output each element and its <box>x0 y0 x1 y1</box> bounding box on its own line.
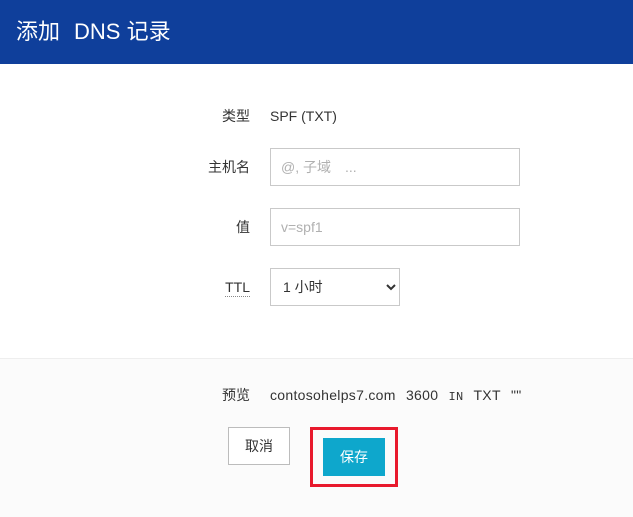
row-type: 类型 SPF (TXT) <box>40 106 593 126</box>
row-ttl: TTL 1 小时 <box>40 268 593 306</box>
preview-class: IN <box>449 390 464 404</box>
label-preview: 预览 <box>40 385 270 405</box>
row-value: 值 <box>40 208 593 246</box>
title-prefix: 添加 <box>16 19 60 44</box>
preview-value: contosohelps7.com 3600 IN TXT "" <box>270 387 528 404</box>
preview-data: "" <box>511 387 522 403</box>
dns-form: 类型 SPF (TXT) 主机名 值 TTL 1 小时 <box>0 64 633 358</box>
label-value: 值 <box>40 217 270 237</box>
page-title: 添加 DNS 记录 <box>16 14 617 46</box>
type-value: SPF (TXT) <box>270 108 520 124</box>
host-input[interactable] <box>270 148 520 186</box>
button-row: 取消 保存 <box>40 427 593 487</box>
save-button[interactable]: 保存 <box>323 438 385 476</box>
title-rest: DNS 记录 <box>74 19 171 44</box>
ttl-select[interactable]: 1 小时 <box>270 268 400 306</box>
preview-rrtype: TXT <box>473 387 500 403</box>
page-header: 添加 DNS 记录 <box>0 0 633 64</box>
label-host: 主机名 <box>40 157 270 177</box>
label-type: 类型 <box>40 106 270 126</box>
value-input[interactable] <box>270 208 520 246</box>
preview-domain: contosohelps7.com <box>270 387 396 403</box>
save-highlight: 保存 <box>310 427 398 487</box>
preview-row: 预览 contosohelps7.com 3600 IN TXT "" <box>40 385 593 405</box>
label-ttl: TTL <box>40 279 270 295</box>
cancel-button[interactable]: 取消 <box>228 427 290 465</box>
row-host: 主机名 <box>40 148 593 186</box>
form-footer: 预览 contosohelps7.com 3600 IN TXT "" 取消 保… <box>0 358 633 517</box>
preview-ttl: 3600 <box>406 387 438 403</box>
